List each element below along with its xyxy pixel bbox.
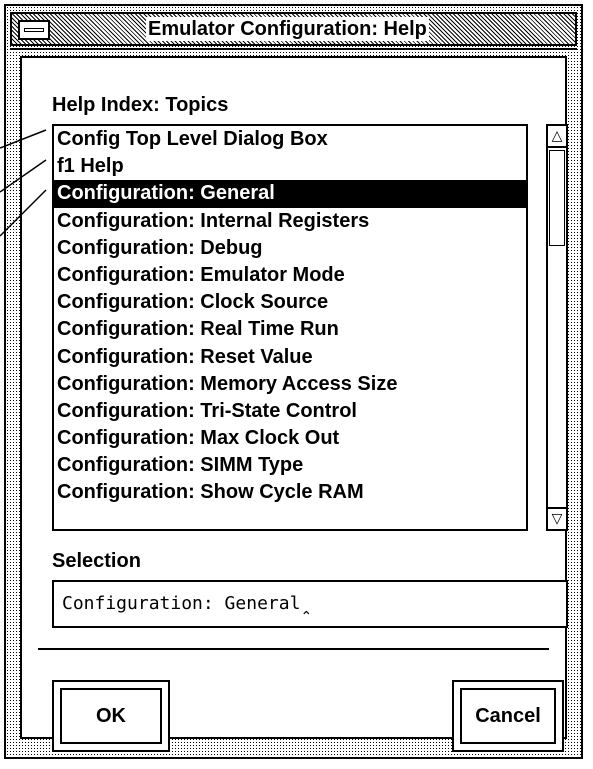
triangle-up-icon[interactable]: △: [548, 126, 566, 148]
ok-button-frame: OK: [52, 680, 170, 752]
system-menu-icon[interactable]: [18, 20, 50, 40]
triangle-down-icon[interactable]: ▽: [548, 507, 566, 529]
dialog-body: Help Index: Topics Config Top Level Dial…: [20, 56, 568, 752]
list-item[interactable]: Configuration: Max Clock Out: [54, 425, 526, 452]
list-item[interactable]: Configuration: Show Cycle RAM: [54, 479, 526, 506]
selection-value: Configuration: General: [62, 593, 301, 614]
list-item[interactable]: Configuration: Debug: [54, 235, 526, 262]
title-divider: [10, 48, 577, 50]
list-item[interactable]: Configuration: Internal Registers: [54, 208, 526, 235]
list-item[interactable]: Configuration: Real Time Run: [54, 316, 526, 343]
cancel-button-frame: Cancel: [452, 680, 564, 752]
list-item[interactable]: Configuration: Emulator Mode: [54, 262, 526, 289]
selection-label: Selection: [52, 550, 141, 572]
list-item[interactable]: Configuration: Reset Value: [54, 344, 526, 371]
list-scrollbar[interactable]: △ ▽: [546, 124, 568, 531]
list-item[interactable]: Configuration: SIMM Type: [54, 452, 526, 479]
cancel-button[interactable]: Cancel: [460, 688, 556, 744]
list-item[interactable]: Configuration: Memory Access Size: [54, 371, 526, 398]
help-topics-list[interactable]: Config Top Level Dialog Box f1 Help Conf…: [52, 124, 528, 531]
menu-bar-glyph: [24, 28, 44, 32]
button-separator: [38, 648, 549, 650]
list-item[interactable]: Configuration: Clock Source: [54, 289, 526, 316]
help-index-label: Help Index: Topics: [52, 94, 229, 116]
dialog-window: Emulator Configuration: Help Help Index:…: [4, 4, 583, 759]
list-item-selected[interactable]: Configuration: General: [54, 180, 526, 208]
title-bar[interactable]: Emulator Configuration: Help: [10, 12, 577, 46]
selection-input[interactable]: Configuration: General⌃: [52, 580, 568, 628]
window-title: Emulator Configuration: Help: [146, 17, 429, 41]
scroll-thumb[interactable]: [549, 150, 565, 246]
list-item[interactable]: Configuration: Tri-State Control: [54, 398, 526, 425]
list-item[interactable]: f1 Help: [54, 153, 526, 180]
caret-icon: ⌃: [300, 609, 313, 625]
ok-button[interactable]: OK: [60, 688, 162, 744]
list-item[interactable]: Config Top Level Dialog Box: [54, 126, 526, 153]
